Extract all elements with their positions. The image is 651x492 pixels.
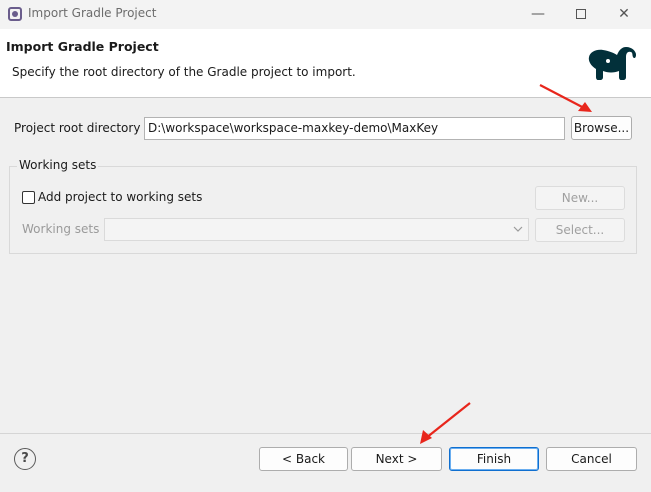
next-button[interactable]: Next >: [351, 447, 442, 471]
project-root-input[interactable]: D:\workspace\workspace-maxkey-demo\MaxKe…: [144, 117, 565, 140]
working-sets-label: Working sets: [22, 222, 100, 236]
add-to-working-sets-checkbox[interactable]: [22, 191, 35, 204]
working-sets-group-title: Working sets: [17, 158, 99, 172]
gradle-elephant-icon: [588, 47, 636, 80]
working-sets-select[interactable]: [104, 218, 529, 241]
wizard-description: Specify the root directory of the Gradle…: [12, 65, 356, 79]
window-titlebar: Import Gradle Project — ✕: [0, 0, 651, 29]
help-icon[interactable]: ?: [14, 448, 36, 470]
cancel-button[interactable]: Cancel: [546, 447, 637, 471]
eclipse-icon: [8, 7, 22, 21]
annotation-arrow-browse: [539, 84, 592, 112]
maximize-button[interactable]: [561, 2, 601, 26]
browse-button[interactable]: Browse...: [571, 116, 632, 140]
finish-button[interactable]: Finish: [449, 447, 539, 471]
wizard-title: Import Gradle Project: [6, 39, 159, 54]
select-working-set-button[interactable]: Select...: [535, 218, 625, 242]
back-button[interactable]: < Back: [259, 447, 348, 471]
maximize-icon: [576, 9, 586, 19]
chevron-down-icon: [513, 226, 523, 232]
window-title: Import Gradle Project: [28, 6, 157, 20]
annotation-arrow-next: [420, 402, 471, 444]
close-button[interactable]: ✕: [604, 2, 644, 26]
footer-divider: [0, 433, 651, 434]
new-working-set-button[interactable]: New...: [535, 186, 625, 210]
add-to-working-sets-label[interactable]: Add project to working sets: [38, 190, 202, 204]
project-root-label: Project root directory: [14, 121, 141, 135]
minimize-button[interactable]: —: [518, 2, 558, 26]
